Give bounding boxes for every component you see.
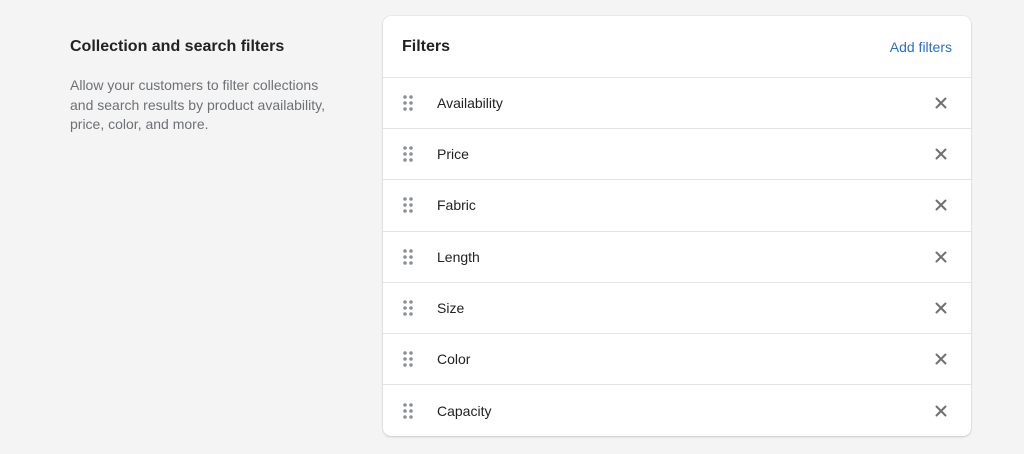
close-icon <box>935 251 947 263</box>
close-icon <box>935 302 947 314</box>
drag-handle-icon[interactable] <box>401 299 415 317</box>
section-description: Allow your customers to filter collectio… <box>70 77 325 132</box>
drag-handle-icon[interactable] <box>401 402 415 420</box>
remove-capacity-button[interactable] <box>931 401 951 421</box>
drag-handle-icon[interactable] <box>401 350 415 368</box>
filter-label: Capacity <box>437 402 492 419</box>
close-icon <box>935 405 947 417</box>
filter-label: Fabric <box>437 197 476 214</box>
remove-length-button[interactable] <box>931 247 951 267</box>
filter-row-price: Price <box>383 129 971 181</box>
remove-availability-button[interactable] <box>931 93 951 113</box>
close-icon <box>935 97 947 109</box>
close-icon <box>935 199 947 211</box>
filter-label: Price <box>437 146 469 163</box>
card-title: Filters <box>402 37 451 55</box>
filter-label: Size <box>437 299 465 316</box>
remove-price-button[interactable] <box>931 144 951 164</box>
drag-handle-icon[interactable] <box>401 94 415 112</box>
drag-handle-icon[interactable] <box>401 145 415 163</box>
close-icon <box>935 148 947 160</box>
filter-row-color: Color <box>383 334 971 386</box>
filter-label: Color <box>437 351 471 368</box>
filter-label: Length <box>437 248 480 265</box>
filter-row-capacity: Capacity <box>383 385 971 436</box>
remove-fabric-button[interactable] <box>931 195 951 215</box>
section-intro: Collection and search filters Allow your… <box>70 36 340 135</box>
add-filters-link[interactable]: Add filters <box>890 39 952 55</box>
card-header: Filters Add filters <box>383 16 971 78</box>
filter-row-fabric: Fabric <box>383 180 971 232</box>
filter-list: Availability Price Fabric Length Size Co… <box>383 78 971 436</box>
section-title: Collection and search filters <box>70 38 285 55</box>
filters-card: Filters Add filters Availability Price F… <box>383 16 971 436</box>
filter-row-size: Size <box>383 283 971 334</box>
drag-handle-icon[interactable] <box>401 248 415 266</box>
remove-color-button[interactable] <box>931 349 951 369</box>
close-icon <box>935 353 947 365</box>
settings-page: Collection and search filters Allow your… <box>0 0 1024 454</box>
filter-label: Availability <box>437 95 503 112</box>
filter-row-length: Length <box>383 232 971 283</box>
remove-size-button[interactable] <box>931 298 951 318</box>
filter-row-availability: Availability <box>383 78 971 130</box>
drag-handle-icon[interactable] <box>401 196 415 214</box>
